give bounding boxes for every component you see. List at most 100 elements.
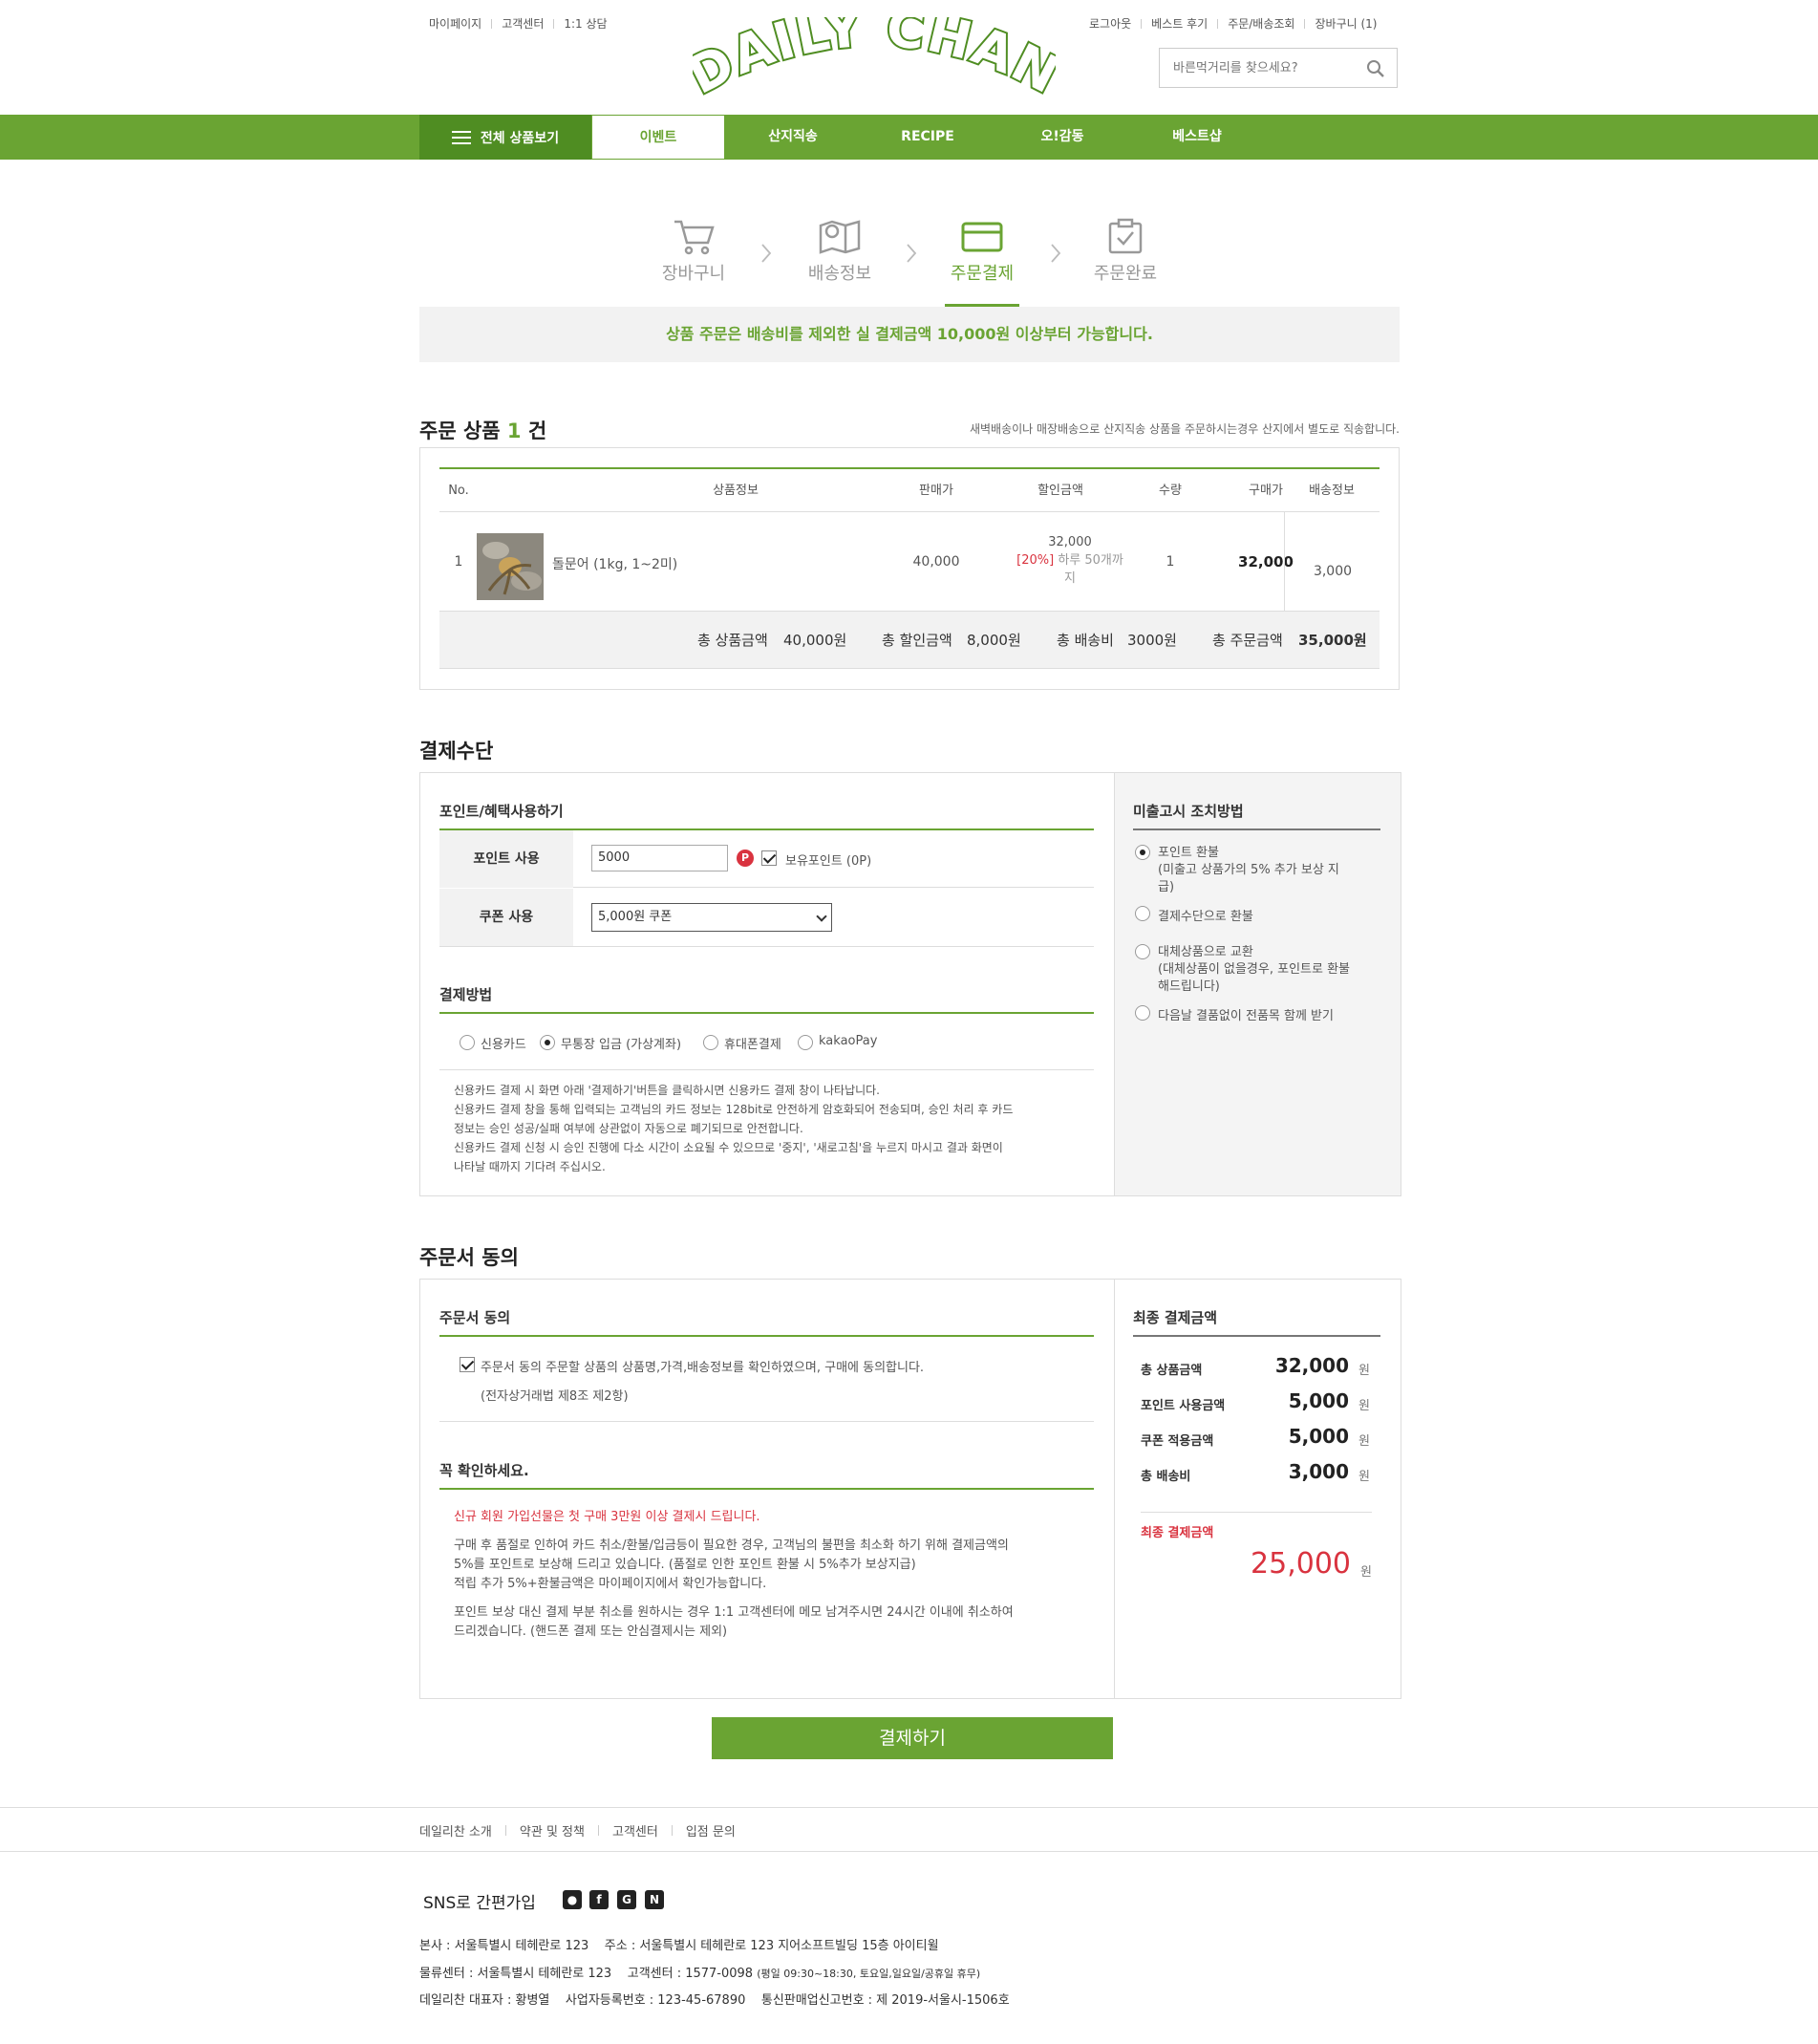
point-input[interactable]: 5000 — [591, 845, 728, 871]
footer-top-line — [0, 1807, 1818, 1808]
shortage-option-label[interactable]: 결제수단으로 환불 — [1158, 906, 1253, 924]
footer-links: 데일리찬 소개 약관 및 정책 고객센터 입점 문의 — [419, 1821, 736, 1840]
main-nav: 전체 상품보기 이벤트 산지직송 RECIPE 오!감동 베스트샵 — [0, 115, 1818, 160]
util-cs-link[interactable]: 고객센터 — [502, 15, 544, 32]
hamburger-icon — [451, 130, 471, 144]
product-thumbnail[interactable] — [477, 533, 544, 600]
table-row: 1 돌문어 (1kg, 1~2미) 40,000 32,000 [20%] 하루… — [439, 512, 1380, 612]
agree-text[interactable]: 주문서 동의 주문할 상품의 상품명,가격,배송정보를 확인하였으며, 구매에 … — [481, 1357, 924, 1375]
footer-cs-link[interactable]: 고객센터 — [612, 1821, 658, 1840]
product-name[interactable]: 돌문어 (1kg, 1~2미) — [552, 554, 677, 573]
search-box — [1159, 48, 1398, 88]
point-badge-icon: P — [737, 850, 754, 867]
row-qty: 1 — [1166, 554, 1175, 570]
cart-link[interactable]: 장바구니 (1) — [1315, 15, 1377, 32]
method-kakaopay-label[interactable]: kakaoPay — [819, 1034, 877, 1048]
all-products-label: 전체 상품보기 — [480, 130, 560, 146]
row-divider — [439, 1069, 1094, 1070]
final-total-value: 25,000 — [1251, 1547, 1351, 1581]
method-kakaopay-radio[interactable] — [798, 1035, 813, 1050]
step-payment-label: 주문결제 — [950, 264, 1015, 284]
util-qna-link[interactable]: 1:1 상담 — [564, 15, 607, 32]
shortage-option-label[interactable]: 다음날 결품없이 전품목 함께 받기 — [1158, 1005, 1334, 1023]
nav-recipe[interactable]: RECIPE — [860, 115, 995, 160]
google-icon[interactable]: G — [617, 1890, 636, 1909]
step-complete: 주문완료 — [1068, 218, 1183, 285]
step-cart-label: 장바구니 — [661, 264, 726, 284]
naver-icon[interactable]: N — [645, 1890, 664, 1909]
nav-event[interactable]: 이벤트 — [591, 115, 725, 160]
check-title: 꼭 확인하세요. — [439, 1460, 1094, 1490]
row-divider — [439, 1421, 1094, 1422]
method-bank-label[interactable]: 무통장 입금 (가상계좌) — [561, 1034, 681, 1052]
order-totals: 총 상품금액 40,000원 총 할인금액 8,000원 총 배송비 3000원… — [439, 612, 1380, 669]
payment-method-title: 결제방법 — [439, 984, 1094, 1014]
shortage-option-radio[interactable] — [1135, 906, 1150, 921]
use-all-points-checkbox[interactable] — [761, 850, 777, 866]
best-review-link[interactable]: 베스트 후기 — [1151, 15, 1208, 32]
total-order-label: 총 주문금액 — [1212, 632, 1283, 649]
footer-policy-link[interactable]: 약관 및 정책 — [520, 1821, 585, 1840]
agree-law-text: (전자상거래법 제8조 제2항) — [481, 1389, 629, 1404]
map-pin-icon — [819, 220, 861, 254]
final-row-point: 포인트 사용금액 5,000 원 — [1141, 1389, 1370, 1413]
shortage-option-label[interactable]: 포인트 환불 (미출고 상품가의 5% 추가 보상 지 급) — [1158, 845, 1339, 896]
method-card-radio[interactable] — [460, 1035, 475, 1050]
shortage-option-radio[interactable] — [1135, 944, 1150, 959]
total-ship-value: 3000원 — [1127, 632, 1177, 649]
coupon-use-label: 쿠폰 사용 — [439, 889, 573, 946]
shortage-option-radio[interactable] — [1135, 845, 1150, 860]
footer-about-link[interactable]: 데일리찬 소개 — [419, 1821, 492, 1840]
daily-chan-logo[interactable]: DAILY CHAN — [693, 17, 1056, 103]
total-product-label: 총 상품금액 — [697, 632, 768, 649]
method-phone-label[interactable]: 휴대폰결제 — [724, 1034, 781, 1052]
agree-divider — [1114, 1280, 1115, 1698]
footer-info-logistics: 물류센터 : 서울특별시 테헤란로 123 고객센터 : 1577-0098 (… — [419, 1967, 981, 1981]
sns-signup-label: SNS로 간편가입 — [423, 1894, 536, 1913]
util-nav-left: 마이페이지 고객센터 1:1 상담 — [429, 15, 608, 32]
nav-best-shop[interactable]: 베스트샵 — [1129, 115, 1265, 160]
footer-mid-line — [0, 1851, 1818, 1852]
points-title: 포인트/혜택사용하기 — [439, 801, 1094, 830]
final-total: 25,000 원 — [1141, 1547, 1372, 1589]
coupon-selected-value: 5,000원 쿠폰 — [598, 910, 673, 924]
total-discount-value: 8,000원 — [967, 632, 1021, 649]
card-payment-guide: 신용카드 결제 시 화면 아래 '결제하기'버튼을 클릭하시면 신용카드 결제 … — [454, 1084, 1014, 1173]
shipping-cell: 3,000 — [1284, 512, 1380, 612]
method-phone-radio[interactable] — [703, 1035, 718, 1050]
nav-oh-gamdong[interactable]: 오!감동 — [995, 115, 1129, 160]
step-payment: 주문결제 — [925, 218, 1039, 285]
order-tracking-link[interactable]: 주문/배송조회 — [1228, 15, 1294, 32]
nav-direct-delivery[interactable]: 산지직송 — [726, 115, 860, 160]
final-row-shipping: 총 배송비 3,000 원 — [1141, 1460, 1370, 1484]
order-items-title: 주문 상품 1 건 — [419, 420, 547, 442]
final-row-product: 총 상품금액 32,000 원 — [1141, 1354, 1370, 1378]
col-product: 상품정보 — [713, 484, 759, 498]
all-products-button[interactable]: 전체 상품보기 — [419, 115, 591, 160]
final-row-coupon: 쿠폰 적용금액 5,000 원 — [1141, 1425, 1370, 1449]
shortage-option-radio[interactable] — [1135, 1005, 1150, 1021]
footer-partner-link[interactable]: 입점 문의 — [686, 1821, 736, 1840]
credit-card-icon — [961, 222, 1003, 252]
search-icon[interactable] — [1366, 59, 1385, 78]
pay-button[interactable]: 결제하기 — [712, 1717, 1113, 1759]
logout-link[interactable]: 로그아웃 — [1089, 15, 1131, 32]
util-mypage-link[interactable]: 마이페이지 — [429, 15, 481, 32]
footer-info-address: 본사 : 서울특별시 테헤란로 123 주소 : 서울특별시 테헤란로 123 … — [419, 1939, 939, 1953]
svg-text:DAILY CHAN: DAILY CHAN — [693, 17, 1056, 103]
payment-section-title: 결제수단 — [419, 740, 494, 763]
shortage-option-label[interactable]: 대체상품으로 교환 (대체상품이 없을경우, 포인트로 환불 해드립니다) — [1158, 944, 1350, 996]
method-bank-radio[interactable] — [540, 1035, 555, 1050]
coupon-select[interactable]: 5,000원 쿠폰 — [591, 903, 832, 932]
agree-checkbox[interactable] — [460, 1357, 475, 1372]
facebook-icon[interactable]: f — [589, 1890, 609, 1909]
search-input[interactable] — [1160, 49, 1351, 87]
order-count: 1 — [506, 420, 522, 442]
method-card-label[interactable]: 신용카드 — [481, 1034, 526, 1052]
row-no: 1 — [454, 554, 463, 570]
agree-box-title: 주문서 동의 — [439, 1307, 1094, 1337]
chevron-right-icon — [907, 244, 917, 263]
order-delivery-note: 새벽배송이나 매장배송으로 산지직송 상품을 주문하시는경우 산지에서 별도로 … — [969, 422, 1400, 436]
kakao-icon[interactable]: ● — [563, 1890, 582, 1909]
refund-notice: 구매 후 품절로 인하여 카드 취소/환불/입금등이 필요한 경우, 고객님의 … — [454, 1538, 1009, 1591]
